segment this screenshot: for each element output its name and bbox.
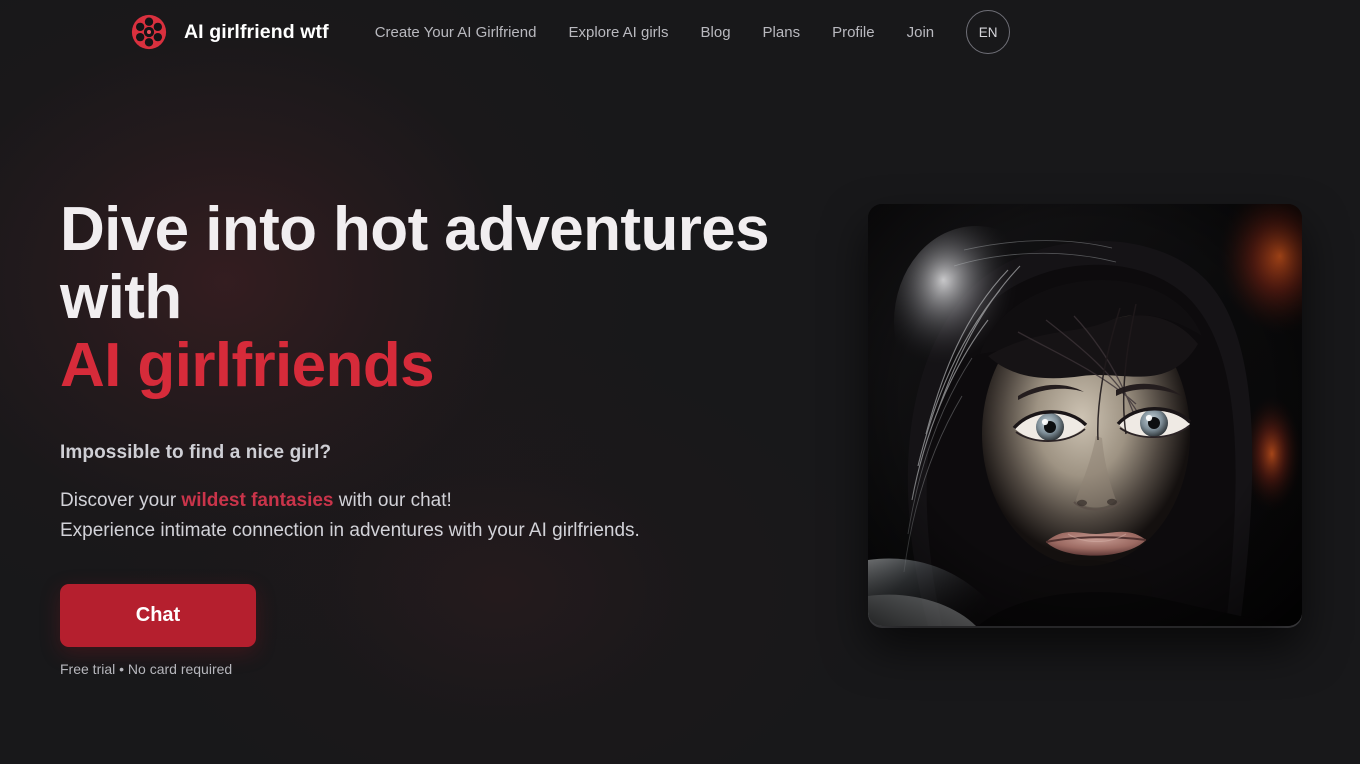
hero-description: Discover your wildest fantasies with our… xyxy=(60,486,850,546)
hero-subheading: Impossible to find a nice girl? xyxy=(60,442,332,463)
lede-text-before: Discover your xyxy=(60,490,182,511)
nav-link-join[interactable]: Join xyxy=(891,18,951,47)
nav-link-blog[interactable]: Blog xyxy=(685,18,747,47)
nav-link-profile[interactable]: Profile xyxy=(816,18,891,47)
headline-line-1: Dive into hot adventures with xyxy=(60,195,770,332)
cta-note: Free trial • No card required xyxy=(60,661,233,677)
nav-link-plans[interactable]: Plans xyxy=(747,18,817,47)
hero-copy: Dive into hot adventures with AI girlfri… xyxy=(60,196,850,677)
brand-name: AI girlfriend wtf xyxy=(184,20,329,43)
lede-accent-phrase: wildest fantasies xyxy=(181,490,334,511)
hero-artwork-card xyxy=(868,204,1302,626)
nav-links: Create Your AI Girlfriend Explore AI gir… xyxy=(359,10,1011,54)
language-switcher[interactable]: EN xyxy=(966,10,1011,54)
ai-girlfriend-portrait-image xyxy=(868,204,1302,626)
headline-line-2-accent: AI girlfriends xyxy=(60,331,435,400)
brand-home-link[interactable]: AI girlfriend wtf xyxy=(130,13,329,51)
hero-description-line-1: Discover your wildest fantasies with our… xyxy=(60,486,850,516)
page-title: Dive into hot adventures with AI girlfri… xyxy=(60,196,850,400)
film-reel-logo-icon xyxy=(130,13,168,51)
nav-link-explore-ai-girls[interactable]: Explore AI girls xyxy=(552,18,684,47)
chat-button[interactable]: Chat xyxy=(60,584,256,647)
hero-section: Dive into hot adventures with AI girlfri… xyxy=(0,0,1360,764)
lede-text-after: with our chat! xyxy=(333,490,452,511)
hero-description-line-2: Experience intimate connection in advent… xyxy=(60,520,640,541)
nav-link-create-your-ai-girlfriend[interactable]: Create Your AI Girlfriend xyxy=(359,18,553,47)
top-navigation-bar: AI girlfriend wtf Create Your AI Girlfri… xyxy=(0,0,1360,64)
